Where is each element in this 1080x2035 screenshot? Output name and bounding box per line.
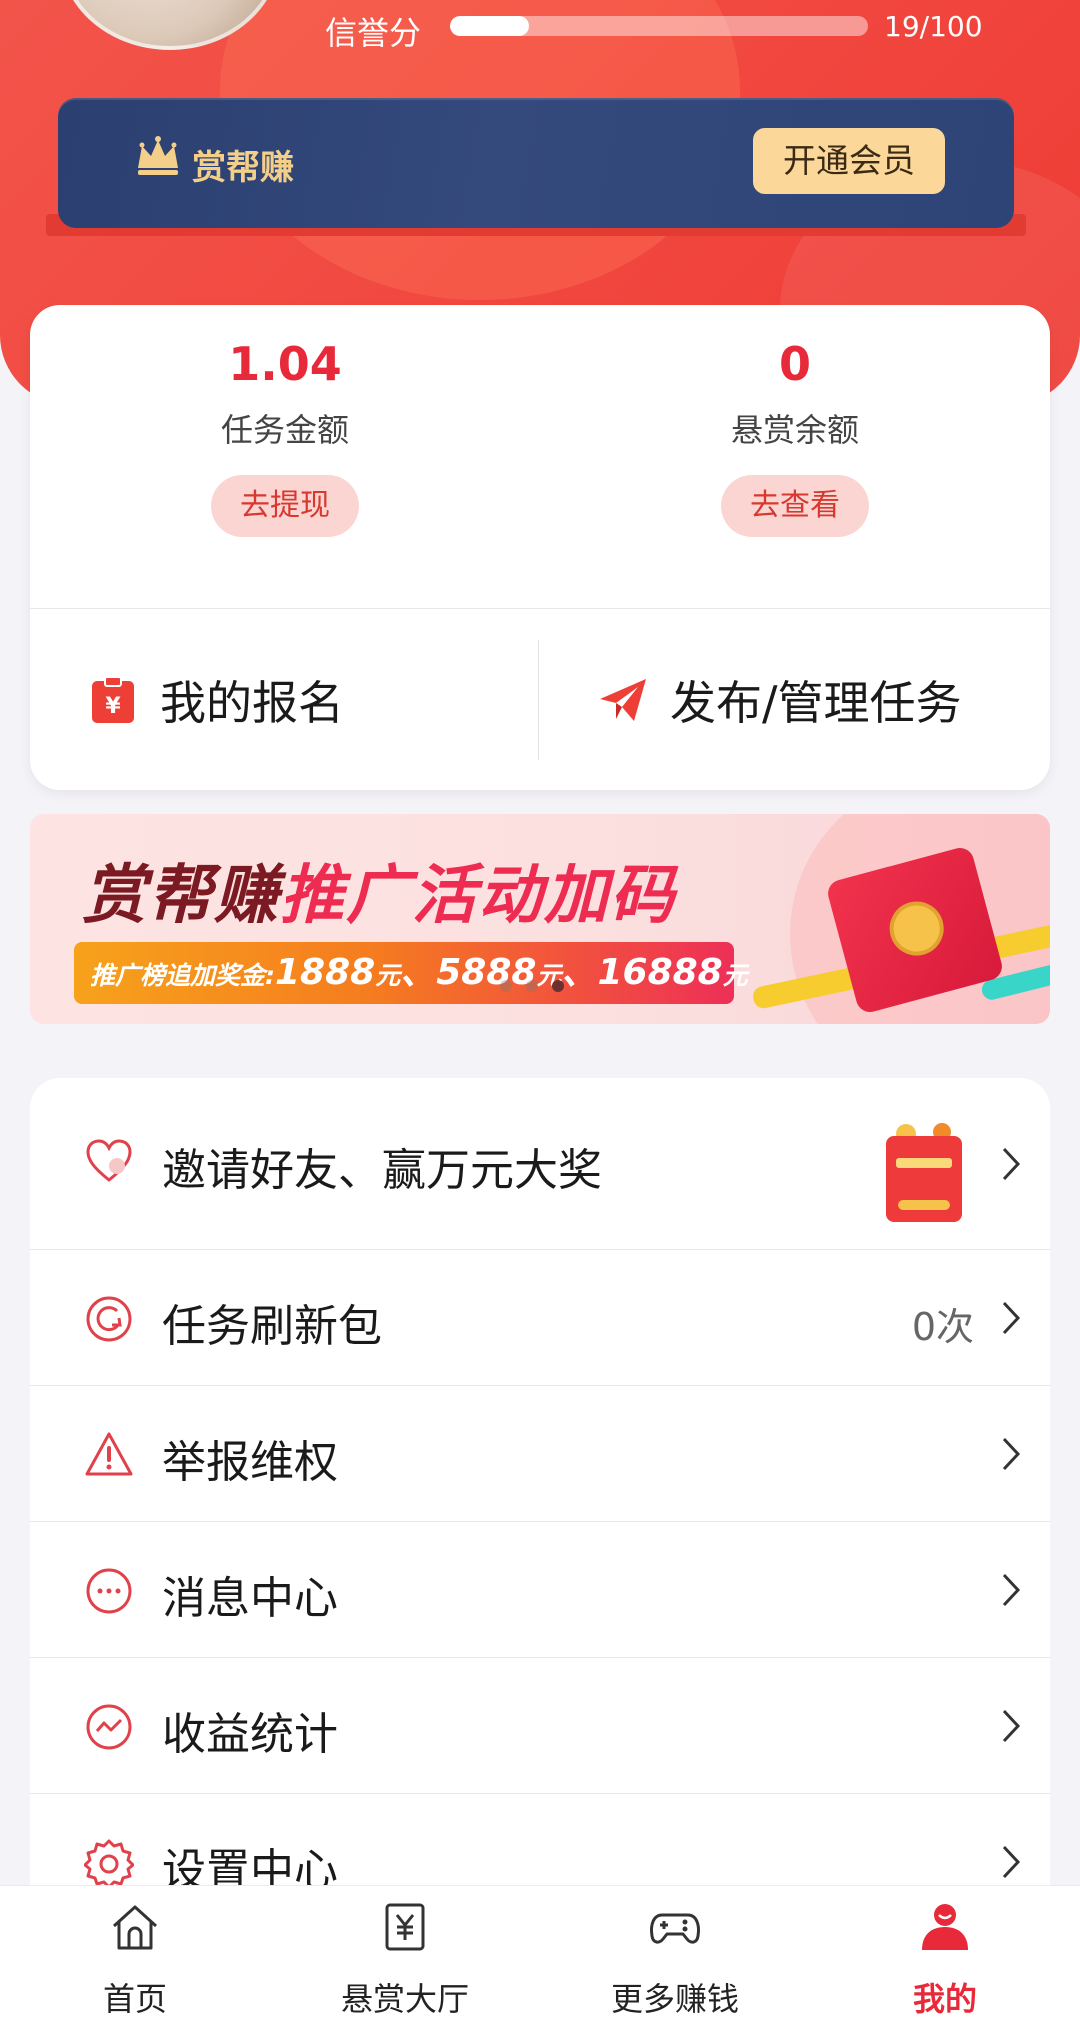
credit-progress-fill xyxy=(450,16,530,36)
task-amount-label: 任务金额 xyxy=(220,411,349,449)
reward-balance-value: 0 xyxy=(778,337,811,391)
reward-balance-section: 0 悬赏余额 去查看 xyxy=(540,335,1050,537)
home-icon xyxy=(112,1905,158,1950)
menu-item-label: 收益统计 xyxy=(162,1709,338,1760)
user-icon xyxy=(922,1904,968,1950)
tab-label: 更多赚钱 xyxy=(610,1980,739,2018)
clipboard-yuan-icon: ¥ xyxy=(92,676,134,723)
banner-title-campaign: 推广活动加码 xyxy=(280,859,676,933)
chat-icon xyxy=(86,1568,132,1614)
warning-icon xyxy=(85,1432,133,1476)
menu-item-label: 任务刷新包 xyxy=(162,1301,382,1352)
paper-plane-icon xyxy=(600,679,646,721)
withdraw-button[interactable]: 去提现 xyxy=(211,475,359,537)
carousel-dot[interactable] xyxy=(552,980,564,992)
banner-amount: 16888 xyxy=(597,952,723,993)
tab-home[interactable]: 首页 xyxy=(0,1886,270,2035)
refresh-icon xyxy=(86,1296,132,1342)
chevron-right-icon xyxy=(1002,1437,1021,1471)
publish-manage-button[interactable]: 发布/管理任务 xyxy=(598,635,962,765)
menu-item-refresh-pack[interactable]: 任务刷新包 0次 xyxy=(30,1250,1050,1386)
menu-item-earnings[interactable]: 收益统计 xyxy=(30,1658,1050,1794)
chart-icon xyxy=(86,1704,132,1750)
carousel-dot[interactable] xyxy=(500,980,512,992)
my-signups-label: 我的报名 xyxy=(160,676,344,730)
promo-banner[interactable]: 赏帮赚推广活动加码 推广榜追加奖金:1888元、5888元、16888元 xyxy=(30,814,1050,1024)
credit-value: 19/100 xyxy=(884,10,983,43)
banner-separator: 、 xyxy=(400,952,437,993)
vip-card[interactable]: 赏帮赚 开通会员 xyxy=(58,98,1014,228)
svg-text:¥: ¥ xyxy=(105,694,121,719)
menu-item-label: 邀请好友、赢万元大奖 xyxy=(162,1145,602,1196)
reward-balance-label: 悬赏余额 xyxy=(730,411,859,449)
chevron-right-icon xyxy=(1002,1147,1021,1181)
divider xyxy=(538,640,539,760)
divider xyxy=(30,608,1050,609)
crown-icon xyxy=(138,136,178,175)
task-amount-value: 1.04 xyxy=(228,337,342,391)
bottom-tab-bar: 首页 悬赏大厅 更多赚钱 我的 xyxy=(0,1885,1080,2035)
refresh-count: 0次 xyxy=(911,1305,974,1349)
tab-label: 我的 xyxy=(912,1980,977,2018)
menu-item-messages[interactable]: 消息中心 xyxy=(30,1522,1050,1658)
heart-icon xyxy=(86,1139,132,1182)
menu-item-label: 举报维权 xyxy=(162,1437,338,1488)
chevron-right-icon xyxy=(1002,1845,1021,1879)
banner-title-brand: 赏帮赚 xyxy=(82,859,280,933)
carousel-dots xyxy=(500,980,564,992)
tab-reward-hall[interactable]: 悬赏大厅 xyxy=(270,1886,540,2035)
banner-subtitle-prefix: 推广榜追加奖金: xyxy=(90,961,275,990)
balance-card: 1.04 任务金额 去提现 0 悬赏余额 去查看 ¥ 我的报名 发布/管理任务 xyxy=(30,305,1050,790)
gamepad-icon xyxy=(650,1913,700,1944)
open-membership-button[interactable]: 开通会员 xyxy=(753,128,945,194)
tab-label: 首页 xyxy=(102,1980,167,2018)
chevron-right-icon xyxy=(1002,1301,1021,1335)
banner-amount: 1888 xyxy=(275,952,376,993)
task-amount-section: 1.04 任务金额 去提现 xyxy=(30,335,540,537)
banner-subtitle: 推广榜追加奖金:1888元、5888元、16888元 xyxy=(74,942,748,1004)
banner-title: 赏帮赚推广活动加码 xyxy=(82,844,676,936)
chevron-right-icon xyxy=(1002,1709,1021,1743)
banner-unit: 元 xyxy=(722,961,748,990)
yuan-icon xyxy=(385,1903,425,1951)
menu-item-label: 消息中心 xyxy=(162,1573,338,1624)
gear-icon xyxy=(84,1839,134,1888)
banner-separator: 、 xyxy=(561,952,598,993)
publish-manage-label: 发布/管理任务 xyxy=(670,676,962,730)
credit-progress-bar xyxy=(450,16,868,36)
banner-unit: 元 xyxy=(375,961,401,990)
my-signups-button[interactable]: ¥ 我的报名 xyxy=(88,635,344,765)
menu-item-invite[interactable]: 邀请好友、赢万元大奖 xyxy=(30,1078,1050,1250)
credit-label: 信誉分 xyxy=(325,14,422,52)
menu-item-report[interactable]: 举报维权 xyxy=(30,1386,1050,1522)
view-balance-button[interactable]: 去查看 xyxy=(721,475,869,537)
tab-mine[interactable]: 我的 xyxy=(810,1886,1080,2035)
vip-brand-name: 赏帮赚 xyxy=(192,148,294,188)
chevron-right-icon xyxy=(1002,1573,1021,1607)
invite-reward-thumbnail xyxy=(886,1123,962,1222)
tab-more-earn[interactable]: 更多赚钱 xyxy=(540,1886,810,2035)
tab-label: 悬赏大厅 xyxy=(340,1980,469,2018)
menu-list: 邀请好友、赢万元大奖 任务刷新包 0次 举报维权 消息中心 收益统计 设置中心 xyxy=(30,1078,1050,1938)
carousel-dot[interactable] xyxy=(526,980,538,992)
